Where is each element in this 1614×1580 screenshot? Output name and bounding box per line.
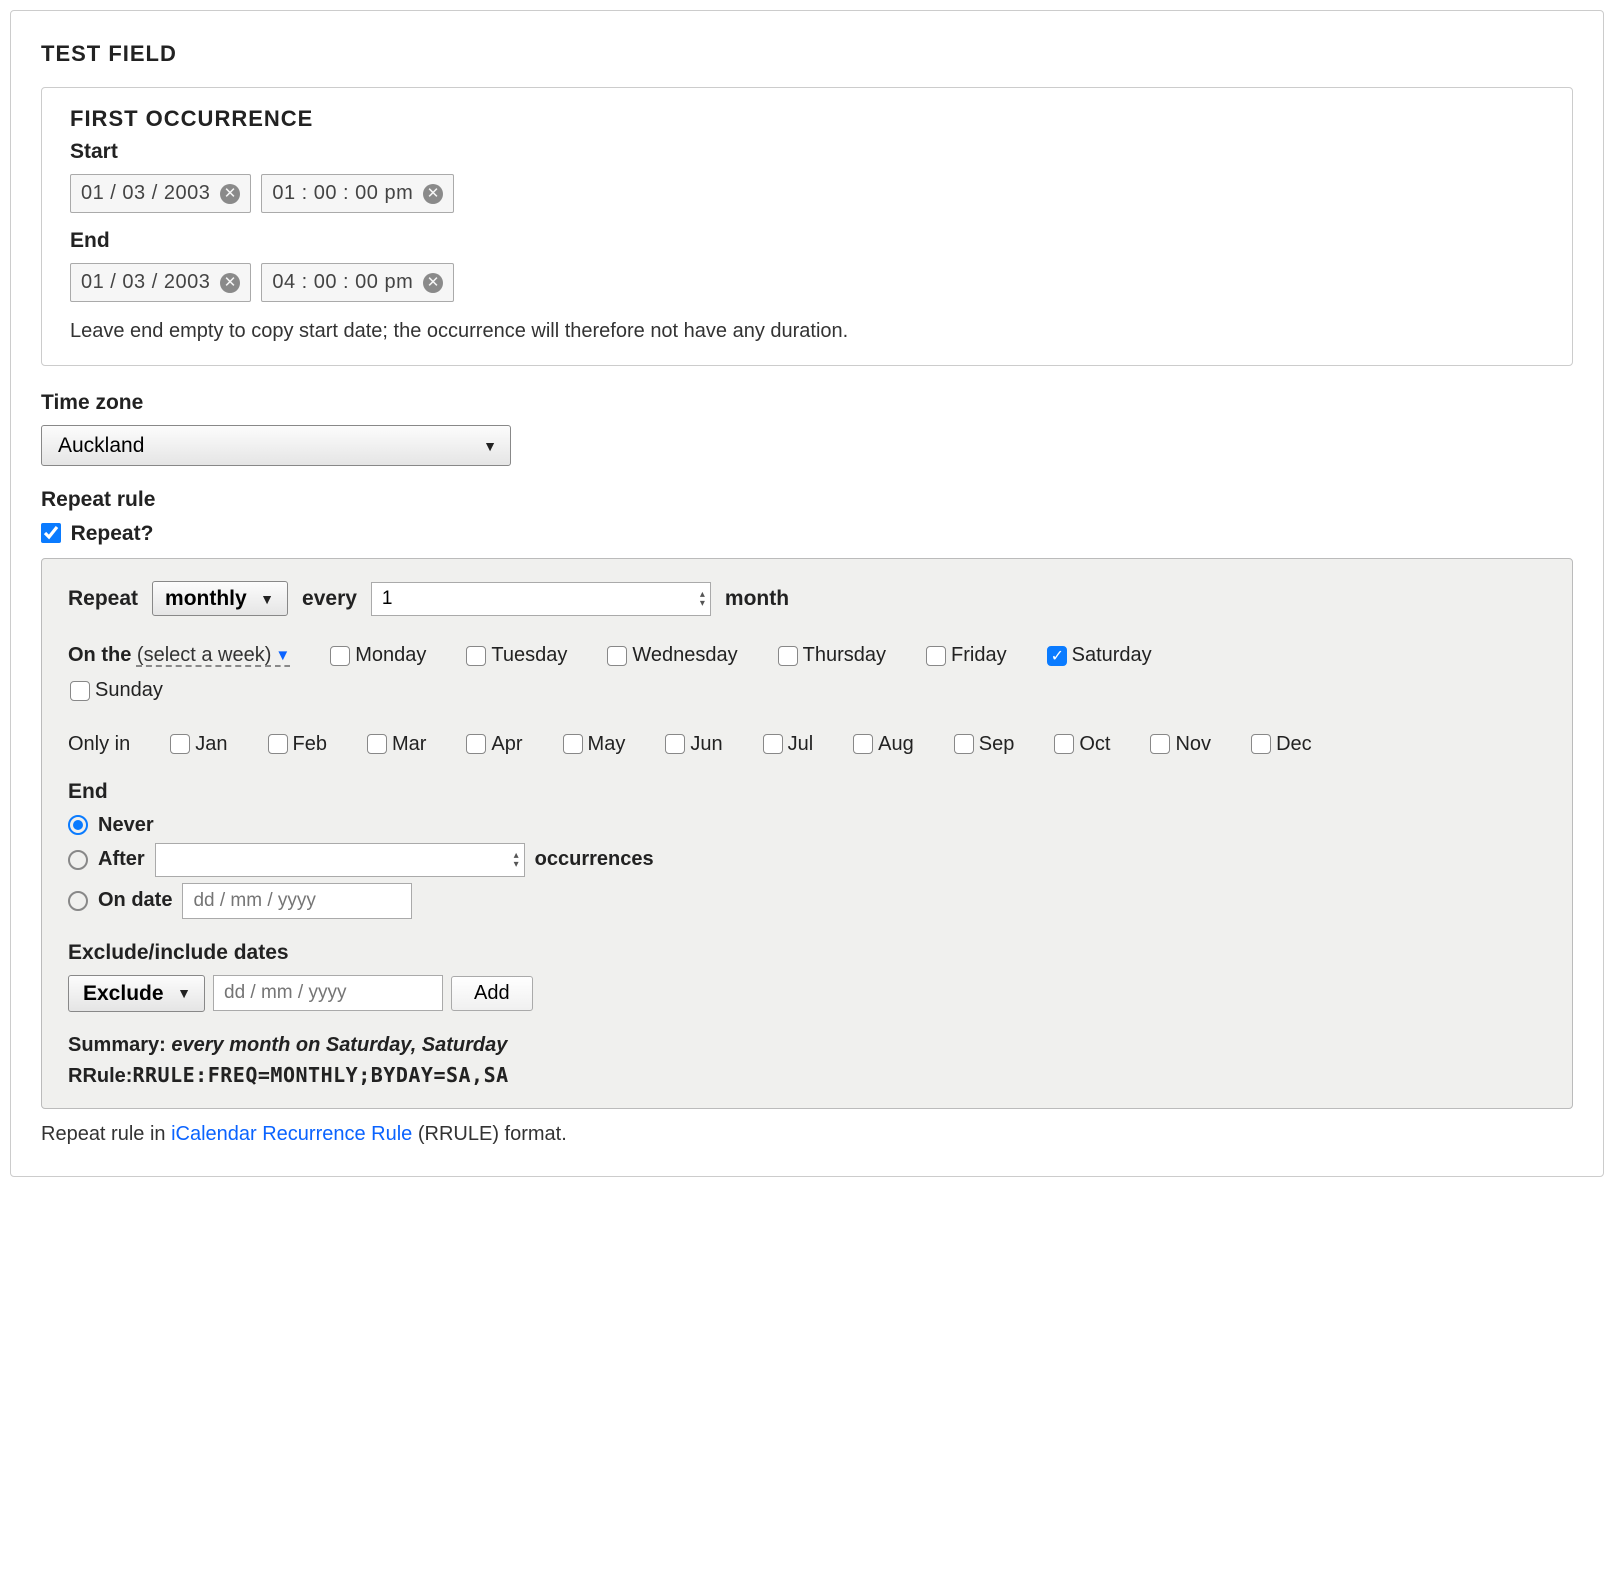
summary-line: Summary: every month on Saturday, Saturd… <box>68 1034 1546 1057</box>
clear-icon[interactable]: ✕ <box>423 273 443 293</box>
month-mar[interactable]: Mar <box>367 733 426 756</box>
clear-icon[interactable]: ✕ <box>220 273 240 293</box>
end-after-radio[interactable] <box>68 850 88 870</box>
end-time-value: 04 : 00 : 00 pm <box>272 271 413 294</box>
month-nov[interactable]: Nov <box>1150 733 1211 756</box>
repeat-word: Repeat <box>68 587 138 611</box>
weekday-sunday[interactable]: Sunday <box>70 679 163 702</box>
interval-input[interactable] <box>371 582 711 616</box>
end-date-input[interactable] <box>182 883 412 919</box>
end-label: End <box>70 229 1544 253</box>
exclude-section: Exclude/include dates Exclude ▼ Add <box>68 941 1546 1012</box>
end-label: End <box>68 780 1546 804</box>
icalendar-link[interactable]: iCalendar Recurrence Rule <box>171 1123 412 1145</box>
end-section: End Never After ▴▾ occurrences On d <box>68 780 1546 919</box>
repeat-rule-label: Repeat rule <box>41 488 1573 512</box>
end-never-label: Never <box>98 814 154 837</box>
month-may[interactable]: May <box>563 733 626 756</box>
month-jul[interactable]: Jul <box>763 733 814 756</box>
add-button[interactable]: Add <box>451 976 533 1011</box>
month-aug[interactable]: Aug <box>853 733 914 756</box>
occurrences-word: occurrences <box>535 848 654 871</box>
unit-label: month <box>725 587 789 611</box>
frequency-select[interactable]: monthly <box>152 581 288 616</box>
end-time-input[interactable]: 04 : 00 : 00 pm ✕ <box>261 263 454 302</box>
weekday-line: On the (select a week)▼ Monday Tuesday W… <box>68 644 1546 667</box>
repeat-checkbox[interactable] <box>41 523 61 543</box>
exclude-label: Exclude/include dates <box>68 941 1546 965</box>
end-never-radio[interactable] <box>68 815 88 835</box>
weekday-tuesday[interactable]: Tuesday <box>466 644 567 667</box>
repeat-rule-box: Repeat monthly ▼ every ▴▾ month On the <box>41 558 1573 1109</box>
exclude-date-input[interactable] <box>213 975 443 1011</box>
end-ondate-label: On date <box>98 889 172 912</box>
timezone-select[interactable]: Auckland <box>41 425 511 466</box>
select-week-dropdown[interactable]: (select a week)▼ <box>137 644 290 666</box>
weekday-saturday[interactable]: Saturday <box>1047 644 1152 667</box>
month-jan[interactable]: Jan <box>170 733 227 756</box>
only-in-label: Only in <box>68 733 130 756</box>
footer-help: Repeat rule in iCalendar Recurrence Rule… <box>41 1123 1573 1146</box>
end-after-label: After <box>98 848 145 871</box>
every-word: every <box>302 587 357 611</box>
month-oct[interactable]: Oct <box>1054 733 1110 756</box>
start-time-value: 01 : 00 : 00 pm <box>272 182 413 205</box>
occurrence-helper-text: Leave end empty to copy start date; the … <box>70 320 1544 343</box>
panel-title: TEST FIELD <box>41 41 1573 67</box>
occurrences-input[interactable] <box>155 843 525 877</box>
first-occurrence-title: FIRST OCCURRENCE <box>70 106 1544 132</box>
exclude-mode-select[interactable]: Exclude <box>68 975 205 1012</box>
timezone-section: Time zone Auckland ▼ <box>41 391 1573 466</box>
repeat-checkbox-row[interactable]: Repeat? <box>41 523 153 545</box>
month-sep[interactable]: Sep <box>954 733 1015 756</box>
weekday-thursday[interactable]: Thursday <box>778 644 886 667</box>
on-the-label: On the <box>68 644 131 666</box>
start-label: Start <box>70 140 1544 164</box>
end-date-input[interactable]: 01 / 03 / 2003 ✕ <box>70 263 251 302</box>
clear-icon[interactable]: ✕ <box>220 184 240 204</box>
month-dec[interactable]: Dec <box>1251 733 1312 756</box>
first-occurrence-box: FIRST OCCURRENCE Start 01 / 03 / 2003 ✕ … <box>41 87 1573 366</box>
chevron-down-icon: ▼ <box>275 647 290 664</box>
start-date-value: 01 / 03 / 2003 <box>81 182 210 205</box>
end-ondate-radio[interactable] <box>68 891 88 911</box>
start-time-input[interactable]: 01 : 00 : 00 pm ✕ <box>261 174 454 213</box>
end-date-value: 01 / 03 / 2003 <box>81 271 210 294</box>
rrule-line: RRule:RRULE:FREQ=MONTHLY;BYDAY=SA,SA <box>68 1063 1546 1088</box>
month-feb[interactable]: Feb <box>268 733 327 756</box>
test-field-panel: TEST FIELD FIRST OCCURRENCE Start 01 / 0… <box>10 10 1604 1177</box>
repeat-checkbox-label: Repeat? <box>71 522 154 545</box>
weekday-wednesday[interactable]: Wednesday <box>607 644 737 667</box>
weekday-friday[interactable]: Friday <box>926 644 1007 667</box>
clear-icon[interactable]: ✕ <box>423 184 443 204</box>
month-apr[interactable]: Apr <box>466 733 522 756</box>
month-jun[interactable]: Jun <box>665 733 722 756</box>
months-line: Only in Jan Feb Mar Apr May Jun Jul Aug … <box>68 733 1546 756</box>
timezone-label: Time zone <box>41 391 1573 415</box>
start-date-input[interactable]: 01 / 03 / 2003 ✕ <box>70 174 251 213</box>
weekday-monday[interactable]: Monday <box>330 644 426 667</box>
